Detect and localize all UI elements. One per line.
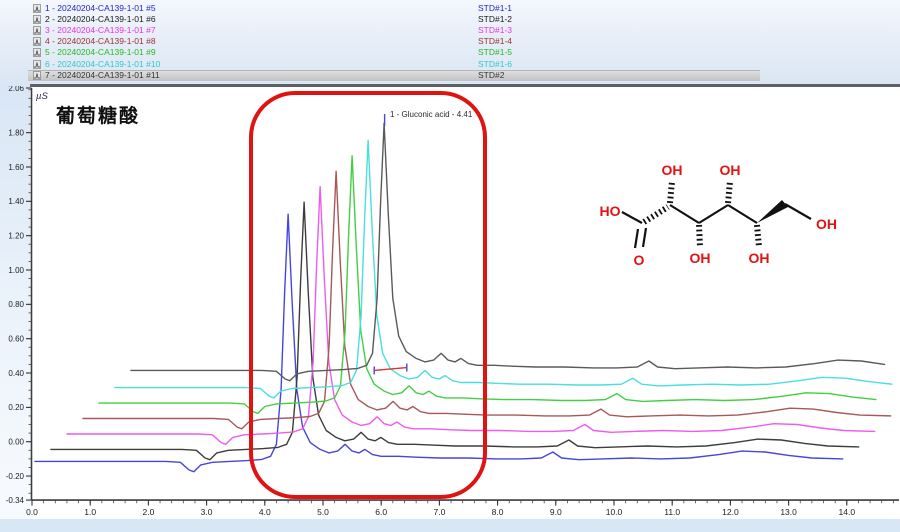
y-tick-label: 1.00	[8, 266, 24, 275]
x-tick-label: 2.0	[142, 507, 154, 517]
x-tick-label: 11.0	[664, 507, 680, 517]
carbonyl-o-atom-label: O	[634, 252, 645, 268]
y-tick-label: 0.60	[8, 334, 24, 343]
injection-std-id: STD#1-2	[478, 14, 512, 25]
x-tick-label: 5.0	[317, 507, 329, 517]
legend-row-injection-6[interactable]: 6 - 20240204-CA139-1-01 #10 STD#1-6	[0, 59, 900, 70]
peak-annotation-label: 1 - Gluconic acid - 4.41	[390, 110, 472, 119]
oh-atom-label: OH	[690, 250, 711, 266]
y-tick-label: 1.20	[8, 231, 24, 240]
injection-std-id: STD#1-3	[478, 25, 512, 36]
y-tick-label: -0.34	[6, 496, 25, 505]
y-tick-label: 0.40	[8, 369, 24, 378]
injection-legend-panel: 1 - 20240204-CA139-1-01 #5STD#1-12 - 202…	[0, 0, 900, 87]
legend-row-injection-3[interactable]: 3 - 20240204-CA139-1-01 #7 STD#1-3	[0, 25, 900, 36]
x-tick-label: 14.0	[839, 507, 856, 517]
injection-name: 1 - 20240204-CA139-1-01 #5	[45, 3, 156, 14]
injection-name: 3 - 20240204-CA139-1-01 #7	[45, 25, 156, 36]
oh-atom-label: OH	[720, 162, 741, 178]
y-tick-label: 1.80	[8, 128, 24, 137]
chromatogram-plot-area[interactable]: 2.06 1.80 1.60 1.40 1.20 1.00 0.80 0.60 0.40 0.20…	[0, 86, 900, 532]
y-axis-unit-label: µS	[36, 91, 48, 102]
x-tick-label: 10.0	[606, 507, 623, 517]
y-tick-label: 0.00	[8, 438, 24, 447]
y-tick-label: 0.20	[8, 403, 24, 412]
ho-atom-label: HO	[600, 203, 621, 219]
x-tick-label: 8.0	[492, 507, 504, 517]
chromatogram-file-icon	[33, 15, 41, 24]
y-tick-label: -0.20	[6, 472, 25, 481]
chromatogram-file-icon	[33, 37, 41, 46]
injection-std-id: STD#2	[478, 70, 504, 81]
injection-name: 2 - 20240204-CA139-1-01 #6	[45, 14, 156, 25]
x-tick-label: 7.0	[433, 507, 445, 517]
injection-std-id: STD#1-4	[478, 36, 512, 47]
wedge-bond	[757, 200, 788, 223]
injection-std-id: STD#1-6	[478, 59, 512, 70]
legend-row-injection-5[interactable]: 5 - 20240204-CA139-1-01 #9 STD#1-5	[0, 47, 900, 58]
legend-row-injection-7[interactable]: 7 - 20240204-CA139-1-01 #11 STD#2	[0, 70, 900, 81]
chromatogram-file-icon	[33, 26, 41, 35]
x-tick-label: 1.0	[84, 507, 96, 517]
y-tick-label: 0.80	[8, 300, 24, 309]
injection-std-id: STD#1-1	[478, 3, 512, 14]
legend-row-injection-2[interactable]: 2 - 20240204-CA139-1-01 #6 STD#1-2	[0, 14, 900, 25]
chromatogram-file-icon	[33, 48, 41, 57]
injection-std-id: STD#1-5	[478, 47, 512, 58]
y-tick-label: 1.40	[8, 197, 24, 206]
legend-row-injection-4[interactable]: 4 - 20240204-CA139-1-01 #8 STD#1-4	[0, 36, 900, 47]
oh-atom-label: OH	[816, 216, 837, 232]
chromatogram-file-icon	[33, 71, 41, 80]
chromatography-workspace: 1 - 20240204-CA139-1-01 #5STD#1-12 - 202…	[0, 0, 900, 532]
injection-name: 4 - 20240204-CA139-1-01 #8	[45, 36, 156, 47]
x-tick-label: 0.0	[26, 507, 38, 517]
legend-row-injection-1[interactable]: 1 - 20240204-CA139-1-01 #5 STD#1-1	[0, 3, 900, 14]
x-tick-label: 6.0	[375, 507, 387, 517]
injection-name: 7 - 20240204-CA139-1-01 #11	[45, 70, 160, 81]
gluconic-acid-structure: HO OH OH O OH OH OH	[588, 155, 858, 280]
x-tick-label: 13.0	[780, 507, 797, 517]
x-tick-label: 9.0	[550, 507, 562, 517]
oh-atom-label: OH	[662, 162, 683, 178]
injection-name: 5 - 20240204-CA139-1-01 #9	[45, 47, 156, 58]
analyte-chinese-label: 葡萄糖酸	[56, 101, 140, 128]
oh-atom-label: OH	[749, 250, 770, 266]
y-tick-label: 2.06	[8, 86, 24, 93]
x-tick-label: 12.0	[722, 507, 739, 517]
y-tick-label: 1.60	[8, 163, 24, 172]
x-tick-label: 3.0	[201, 507, 213, 517]
x-tick-label: 4.0	[259, 507, 271, 517]
chromatogram-file-icon	[33, 4, 41, 13]
injection-name: 6 - 20240204-CA139-1-01 #10	[45, 59, 160, 70]
chromatogram-file-icon	[33, 60, 41, 69]
